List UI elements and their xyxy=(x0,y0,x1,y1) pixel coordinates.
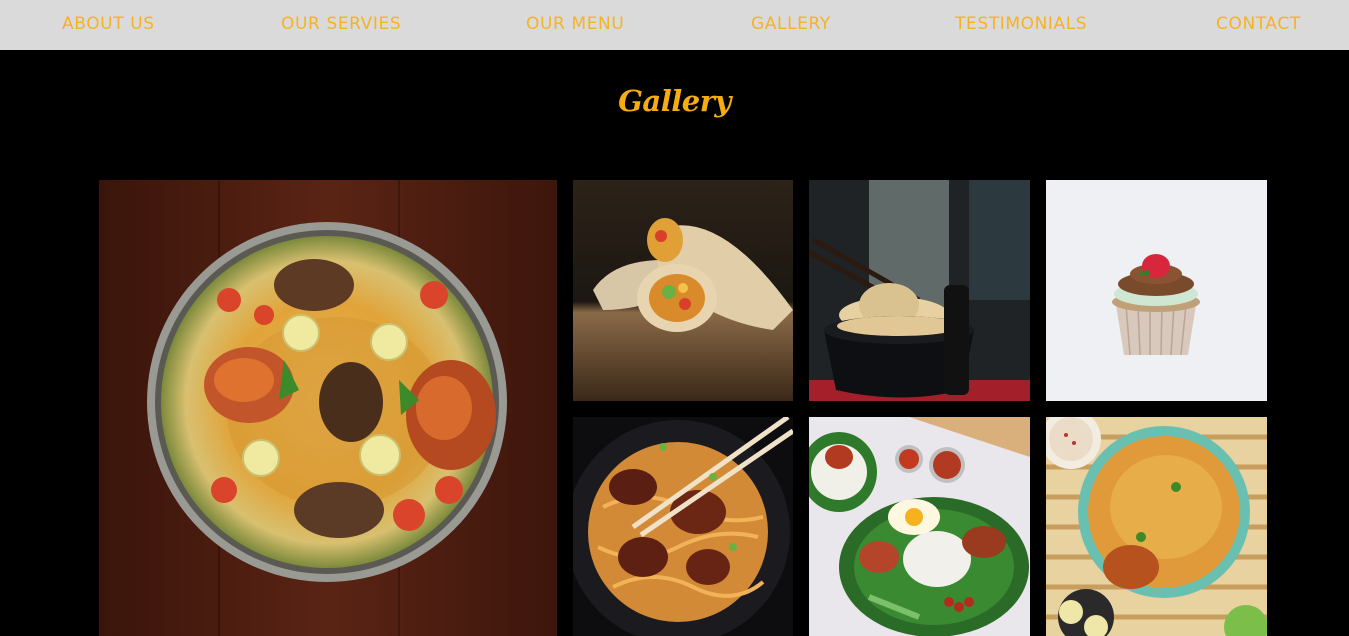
gallery-image-wrap-rolls[interactable] xyxy=(573,180,793,401)
gallery-image-chicken-biryani-bowl[interactable] xyxy=(1046,417,1267,636)
nav-our-services[interactable]: OUR SERVIES xyxy=(281,0,401,50)
gallery-image-cupcake[interactable] xyxy=(1046,180,1267,401)
nav-gallery[interactable]: GALLERY xyxy=(751,0,831,50)
nav-contact[interactable]: CONTACT xyxy=(1216,0,1301,50)
nav-testimonials[interactable]: TESTIMONIALS xyxy=(955,0,1087,50)
nasi-lemak-photo xyxy=(809,417,1030,636)
top-navbar: ABOUT US OUR SERVIES OUR MENU GALLERY TE… xyxy=(0,0,1349,50)
gallery-image-noodles-chopsticks[interactable] xyxy=(809,180,1030,401)
gallery-image-chicken-noodles[interactable] xyxy=(573,417,793,636)
chicken-noodles-photo xyxy=(573,417,793,636)
biryani-platter-photo xyxy=(99,180,557,636)
gallery-image-nasi-lemak[interactable] xyxy=(809,417,1030,636)
gallery-title: Gallery xyxy=(618,84,731,118)
nav-about-us[interactable]: ABOUT US xyxy=(62,0,155,50)
cupcake-photo xyxy=(1046,180,1267,401)
noodles-chopsticks-photo xyxy=(809,180,1030,401)
nav-our-menu[interactable]: OUR MENU xyxy=(526,0,624,50)
gallery-image-biryani-platter[interactable] xyxy=(99,180,557,636)
chicken-biryani-bowl-photo xyxy=(1046,417,1267,636)
wrap-rolls-photo xyxy=(573,180,793,401)
